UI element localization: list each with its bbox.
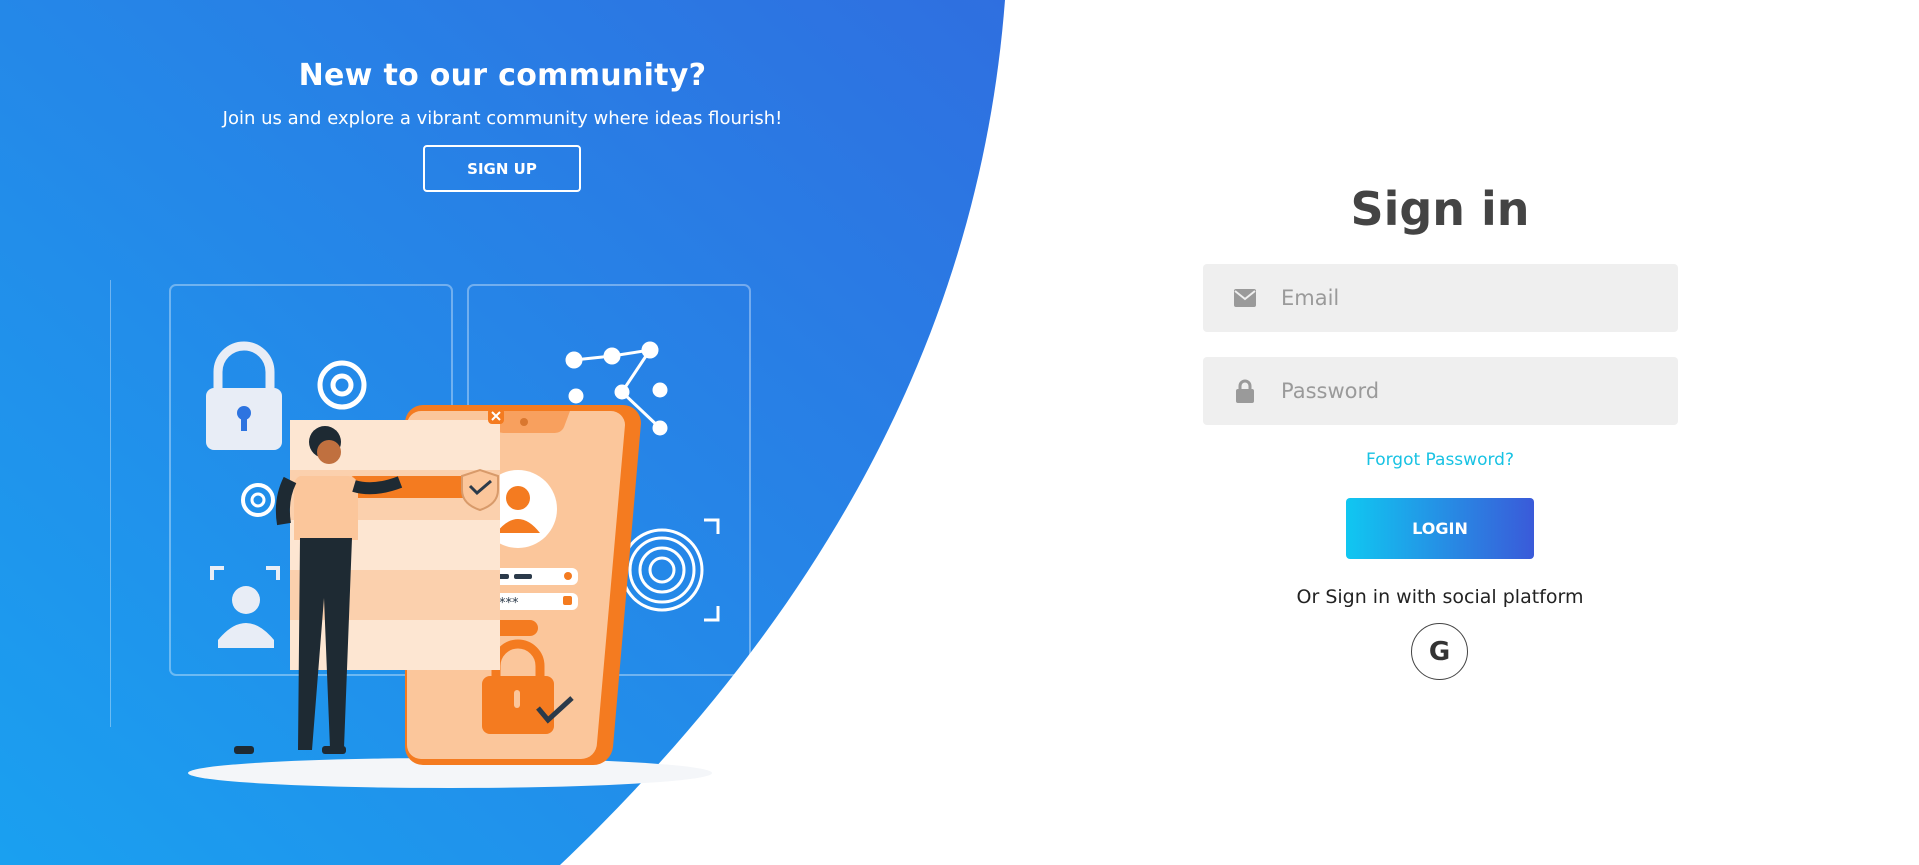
password-input[interactable]	[1279, 360, 1663, 422]
padlock-icon	[206, 341, 282, 450]
social-signin-text: Or Sign in with social platform	[1296, 586, 1584, 608]
google-icon: G	[1428, 636, 1451, 667]
promo-subtitle: Join us and explore a vibrant community …	[222, 108, 783, 129]
signin-title: Sign in	[1350, 182, 1530, 236]
password-field[interactable]	[1203, 357, 1678, 425]
email-input[interactable]	[1279, 267, 1663, 329]
security-illustration: *****	[110, 280, 751, 788]
login-button[interactable]: LOGIN	[1346, 498, 1534, 559]
forgot-password-link[interactable]: Forgot Password?	[1200, 450, 1680, 470]
google-signin-button[interactable]: G	[1411, 623, 1468, 680]
face-scan-icon	[210, 566, 280, 648]
login-page: New to our community? Join us and explor…	[0, 0, 1919, 865]
signup-button[interactable]: SIGN UP	[423, 145, 581, 192]
lock-icon	[1233, 379, 1257, 403]
envelope-icon	[1233, 286, 1257, 310]
promo-title: New to our community?	[298, 58, 707, 93]
email-field[interactable]	[1203, 264, 1678, 332]
